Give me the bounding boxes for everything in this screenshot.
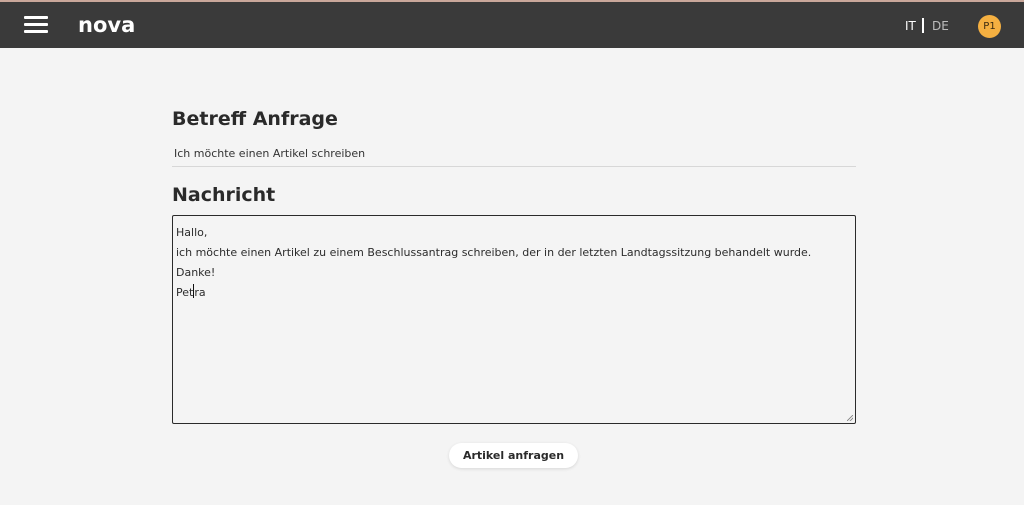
language-it[interactable]: IT (905, 18, 916, 34)
resize-handle-icon[interactable] (847, 415, 853, 421)
subject-input[interactable]: Ich möchte einen Artikel schreiben (174, 147, 365, 161)
message-line: Petra (176, 283, 852, 303)
message-text-before-caret: Pet (176, 286, 194, 299)
message-line: Hallo, (176, 226, 208, 239)
message-line: Danke! (176, 266, 216, 279)
user-avatar[interactable]: P1 (978, 15, 1001, 38)
subject-underline (172, 166, 856, 167)
nova-logo[interactable]: nova (78, 13, 135, 37)
menu-line (24, 30, 48, 33)
message-line: ich möchte einen Artikel zu einem Beschl… (176, 246, 812, 259)
menu-line (24, 23, 48, 26)
hamburger-menu-icon[interactable] (24, 16, 48, 34)
language-de[interactable]: DE (932, 18, 949, 34)
request-article-button[interactable]: Artikel anfragen (449, 443, 578, 468)
subject-heading: Betreff Anfrage (172, 108, 338, 130)
top-bar: nova IT DE P1 (0, 0, 1024, 48)
message-text-after-caret: ra (194, 286, 206, 299)
message-textarea[interactable]: Hallo, ich möchte einen Artikel zu einem… (172, 215, 856, 424)
menu-line (24, 16, 48, 19)
message-heading: Nachricht (172, 184, 276, 206)
language-separator (922, 18, 924, 33)
